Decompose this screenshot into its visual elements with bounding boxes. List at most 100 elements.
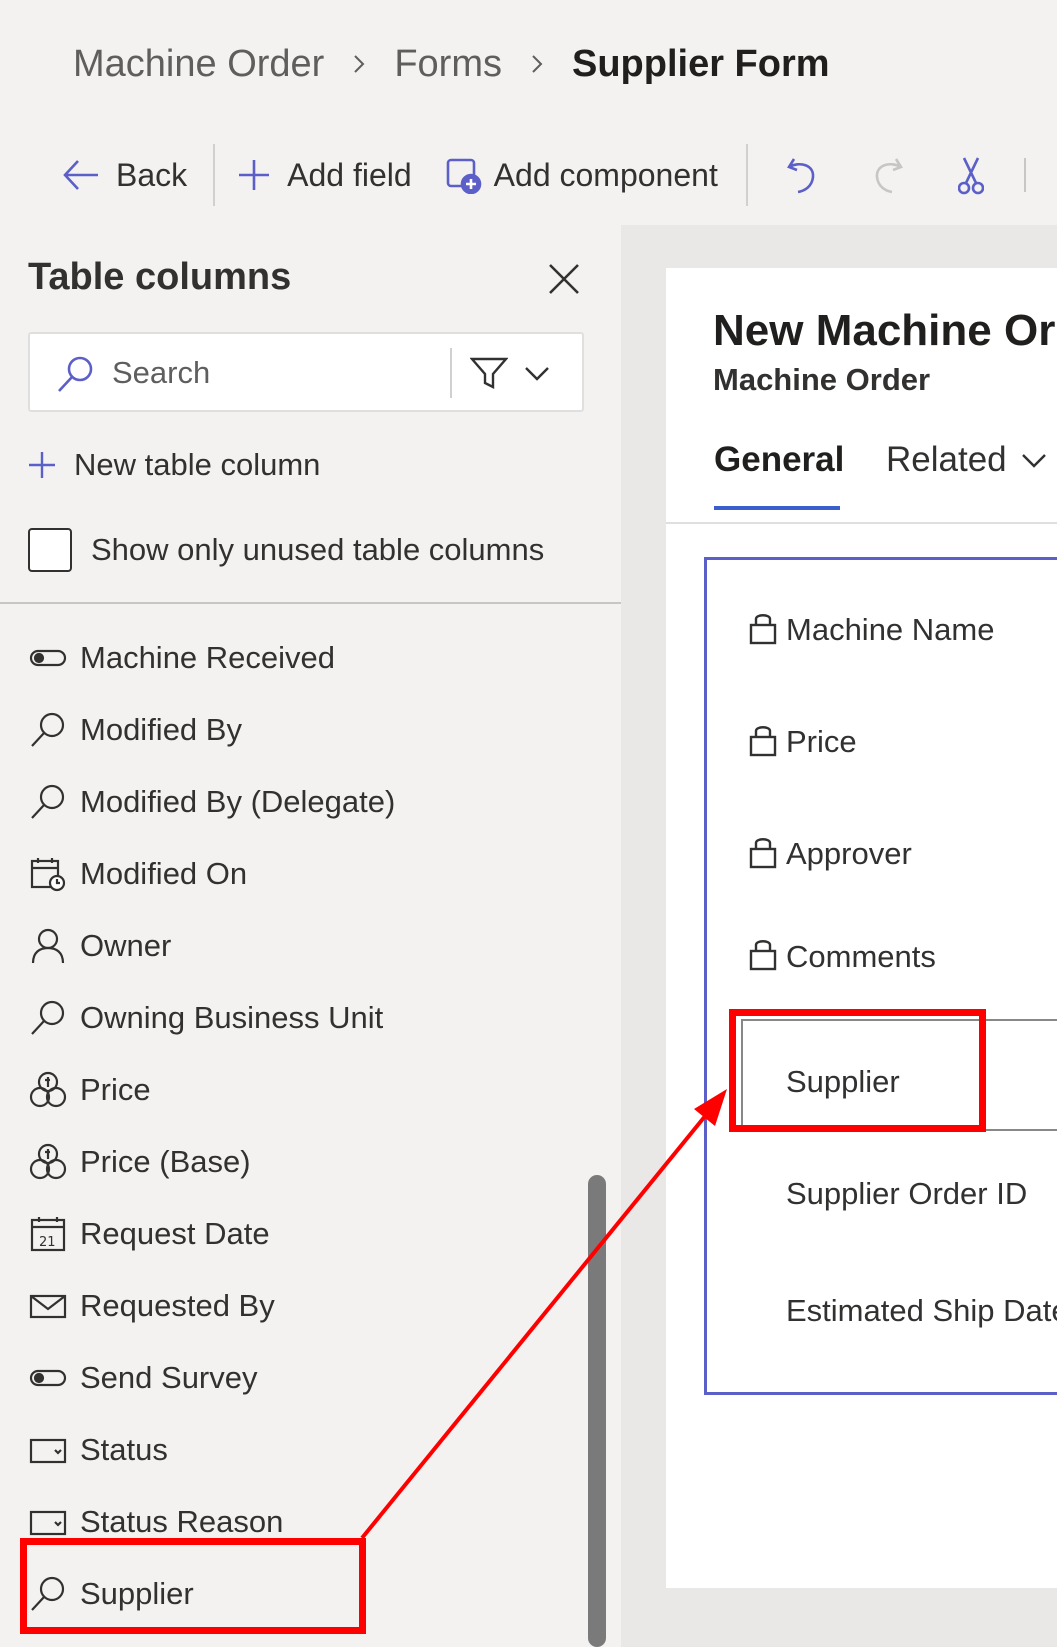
pane-scrollbar[interactable] — [588, 1175, 606, 1647]
new-table-column-button[interactable]: New table column — [28, 447, 320, 483]
list-item[interactable]: Price (Base) — [28, 1126, 568, 1198]
search-icon — [56, 354, 96, 394]
lock-icon — [748, 722, 778, 758]
field-estimated-ship-date[interactable]: Estimated Ship Date — [786, 1293, 1057, 1329]
pane-divider — [0, 602, 621, 604]
command-bar: Back Add field Add component — [0, 135, 1057, 215]
unused-checkbox-label: Show only unused table columns — [91, 532, 545, 567]
show-unused-toggle[interactable]: Show only unused table columns — [28, 528, 544, 572]
close-icon — [549, 264, 579, 294]
close-pane-button[interactable] — [546, 261, 582, 297]
cut-button[interactable] — [957, 140, 984, 210]
column-label: Status — [80, 1432, 168, 1467]
list-item[interactable]: 21 Request Date — [28, 1198, 568, 1270]
list-item[interactable]: Send Survey — [28, 1342, 568, 1414]
list-item[interactable]: Owner — [28, 910, 568, 982]
add-field-button[interactable]: Add field — [237, 140, 412, 210]
plus-icon — [29, 452, 55, 478]
calendar-icon: 21 — [28, 1214, 68, 1254]
column-label: Price — [80, 1072, 151, 1107]
choice-icon — [28, 1502, 68, 1542]
filter-dropdown-button[interactable] — [470, 350, 566, 396]
svg-text:21: 21 — [39, 1235, 56, 1250]
breadcrumb: Machine Order Forms Supplier Form — [73, 38, 830, 90]
column-label: Modified By — [80, 712, 242, 747]
active-tab-indicator — [714, 506, 840, 510]
breadcrumb-item-machine-order[interactable]: Machine Order — [73, 43, 324, 86]
tab-related[interactable]: Related — [886, 440, 1047, 480]
list-item[interactable]: Status — [28, 1414, 568, 1486]
lookup-icon — [28, 998, 68, 1038]
search-divider — [450, 348, 452, 398]
field-approver[interactable]: Approver — [786, 836, 912, 872]
person-icon — [28, 926, 68, 966]
lookup-icon — [28, 782, 68, 822]
list-item[interactable]: Modified By (Delegate) — [28, 766, 568, 838]
choice-icon — [28, 1430, 68, 1470]
redo-button[interactable] — [872, 140, 904, 210]
list-item[interactable]: Requested By — [28, 1270, 568, 1342]
field-machine-name[interactable]: Machine Name — [786, 612, 994, 648]
back-button[interactable]: Back — [62, 140, 187, 210]
add-component-label: Add component — [493, 156, 718, 193]
chevron-down-icon — [1021, 454, 1046, 468]
lookup-icon — [28, 710, 68, 750]
list-item[interactable]: Owning Business Unit — [28, 982, 568, 1054]
table-columns-list: Machine Received Modified By Modified By… — [28, 622, 568, 1630]
pane-title: Table columns — [28, 256, 292, 298]
highlight-box-column-supplier — [20, 1538, 366, 1634]
datetime-icon — [28, 854, 68, 894]
column-label: Modified On — [80, 856, 248, 891]
redo-icon — [875, 158, 903, 194]
unused-checkbox[interactable] — [28, 528, 72, 572]
list-item[interactable]: Price — [28, 1054, 568, 1126]
form-subtitle: Machine Order — [713, 362, 931, 397]
column-label: Status Reason — [80, 1504, 284, 1539]
toolbar-divider — [745, 144, 748, 206]
breadcrumb-current: Supplier Form — [571, 42, 830, 85]
currency-icon — [28, 1142, 68, 1182]
column-label: Owner — [80, 928, 172, 963]
list-item[interactable]: Modified On — [28, 838, 568, 910]
filter-icon — [470, 357, 508, 389]
form-section[interactable] — [704, 557, 1057, 1395]
chevron-down-icon — [525, 367, 549, 381]
form-title: New Machine Or — [713, 306, 1056, 355]
search-box — [28, 332, 584, 412]
lock-icon — [748, 610, 778, 646]
new-table-column-label: New table column — [74, 447, 321, 482]
column-label: Modified By (Delegate) — [80, 784, 396, 819]
column-label: Machine Received — [80, 640, 336, 675]
list-item[interactable]: Modified By — [28, 694, 568, 766]
more-commands-edge[interactable] — [1023, 140, 1026, 210]
chevron-right-icon — [526, 53, 548, 75]
toolbar-divider — [213, 144, 216, 206]
toggle-icon — [28, 1358, 68, 1398]
list-item[interactable]: Machine Received — [28, 622, 568, 694]
add-component-button[interactable]: Add component — [446, 140, 718, 210]
column-label: Requested By — [80, 1288, 275, 1323]
field-comments[interactable]: Comments — [786, 939, 936, 975]
highlight-box-form-supplier — [729, 1009, 986, 1132]
undo-button[interactable] — [786, 140, 818, 210]
email-icon — [28, 1286, 68, 1326]
lock-icon — [748, 834, 778, 870]
breadcrumb-item-forms[interactable]: Forms — [394, 43, 502, 86]
tab-general[interactable]: General — [714, 440, 844, 480]
column-label: Price (Base) — [80, 1144, 251, 1179]
column-label: Request Date — [80, 1216, 270, 1251]
cut-icon — [957, 157, 984, 195]
back-label: Back — [116, 156, 188, 193]
currency-icon — [28, 1070, 68, 1110]
undo-icon — [786, 158, 815, 194]
toggle-icon — [28, 638, 68, 678]
add-component-icon — [446, 158, 481, 194]
arrow-left-icon — [63, 160, 98, 190]
field-supplier-order-id[interactable]: Supplier Order ID — [786, 1176, 1027, 1212]
column-label: Owning Business Unit — [80, 1000, 384, 1035]
tab-related-label: Related — [886, 440, 1007, 479]
plus-icon — [239, 160, 270, 190]
search-input[interactable] — [112, 350, 452, 396]
add-field-label: Add field — [287, 156, 412, 193]
field-price[interactable]: Price — [786, 724, 857, 760]
